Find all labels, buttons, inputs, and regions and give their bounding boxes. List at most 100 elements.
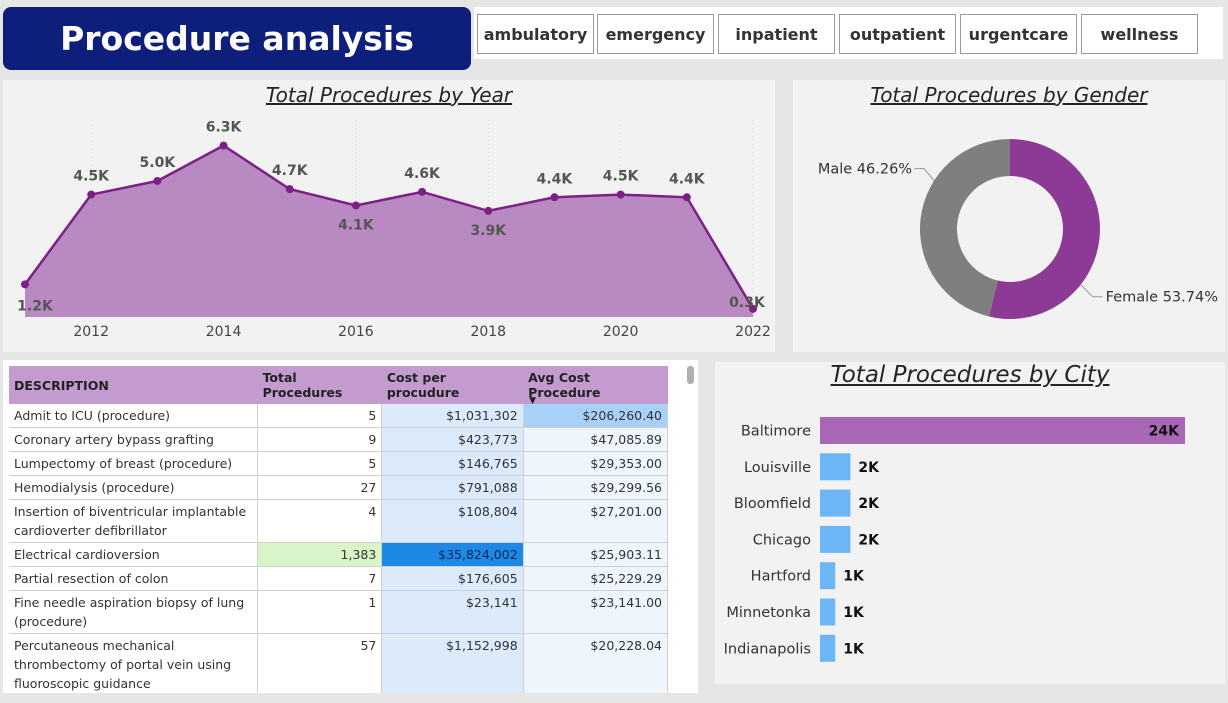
cell-total-procedures: 1	[257, 590, 383, 634]
cell-avg-cost: $27,201.00	[523, 499, 669, 543]
city-category-label: Minnetonka	[726, 605, 811, 621]
city-bar[interactable]	[820, 489, 851, 517]
cell-cost-per-procedure: $1,031,302	[381, 404, 524, 428]
year-tick-label: 2022	[735, 324, 771, 340]
city-category-label: Indianapolis	[724, 641, 811, 657]
city-data-label: 2K	[858, 460, 880, 476]
female-label: Female 53.74%	[1106, 290, 1218, 306]
cell-total-procedures: 5	[257, 451, 383, 476]
procedure-table-panel: DESCRIPTION Total Procedures Cost per pr…	[3, 360, 698, 693]
year-data-point[interactable]	[484, 206, 493, 215]
table-scroll-thumb[interactable]	[687, 366, 694, 384]
table-row[interactable]: Hemodialysis (procedure) 27 $791,088 $29,29…	[9, 475, 669, 500]
cell-description: Hemodialysis (procedure)	[9, 475, 259, 500]
table-row[interactable]: Partial resection of colon 7 $176,605 $25,2…	[9, 566, 669, 591]
year-data-label: 4.5K	[603, 169, 640, 185]
sort-descending-icon: ▼	[529, 396, 537, 406]
slicer-item-ambulatory[interactable]: ambulatory	[477, 14, 594, 54]
city-bar-chart[interactable]: Baltimore 24K Louisville 2K Bloomfield 2K Chic…	[715, 362, 1225, 684]
year-data-label: 1.2K	[17, 298, 54, 314]
year-data-point[interactable]	[550, 193, 559, 202]
year-data-point[interactable]	[351, 201, 360, 210]
cell-total-procedures: 7	[257, 566, 383, 591]
year-area-fill	[25, 145, 753, 317]
column-header-description[interactable]: DESCRIPTION	[9, 366, 258, 404]
cell-description: Partial resection of colon	[9, 566, 259, 591]
slicer-item-outpatient[interactable]: outpatient	[839, 14, 956, 54]
year-data-label: 5.0K	[140, 155, 177, 171]
year-area-chart[interactable]: 1.2K 4.5K 5.0K 6.3K 4.7K 4.1K 4.6K 3.9K 4.4K 4.5K…	[3, 80, 775, 352]
cell-total-procedures: 5	[257, 404, 383, 428]
cell-description: Electrical cardioversion	[9, 542, 259, 567]
year-tick-label: 2020	[603, 324, 639, 340]
column-header-avg-cost-label: Avg Cost Procedure	[528, 370, 601, 400]
year-tick-label: 2012	[73, 324, 109, 340]
city-bar[interactable]	[820, 453, 851, 481]
cell-cost-per-procedure: $23,141	[381, 590, 524, 634]
column-header-avg-cost-procedure[interactable]: Avg Cost Procedure ▼	[523, 366, 668, 406]
year-data-point[interactable]	[87, 190, 96, 199]
table-row[interactable]: Percutaneous mechanical thrombectomy of …	[9, 633, 669, 693]
city-bar[interactable]	[820, 417, 1185, 444]
city-category-label: Bloomfield	[734, 496, 811, 512]
table-row[interactable]: Insertion of biventricular implantable c…	[9, 499, 669, 543]
cell-description: Lumpectomy of breast (procedure)	[9, 451, 259, 476]
year-data-point[interactable]	[153, 176, 162, 185]
city-bar[interactable]	[820, 525, 851, 553]
table-row[interactable]: Fine needle aspiration biopsy of lung (p…	[9, 590, 669, 634]
year-data-label: 4.7K	[272, 163, 309, 179]
table-row[interactable]: Electrical cardioversion 1,383 $35,824,002…	[9, 542, 669, 567]
city-data-label: 24K	[1149, 424, 1180, 440]
city-bar[interactable]	[820, 598, 836, 626]
city-bar[interactable]	[820, 634, 836, 662]
table-scrollbar[interactable]	[687, 366, 694, 686]
table-row[interactable]: Admit to ICU (procedure) 5 $1,031,302 $206,…	[9, 404, 669, 428]
year-data-label: 4.4K	[669, 171, 706, 187]
year-data-label: 4.6K	[404, 166, 441, 182]
year-data-point[interactable]	[219, 141, 228, 150]
year-chart-panel: Total Procedures by Year 1.2K 4.5K 5.0K 6.3…	[3, 80, 775, 352]
slicer-item-wellness[interactable]: wellness	[1081, 14, 1198, 54]
year-tick-label: 2018	[470, 324, 506, 340]
year-tick-label: 2014	[206, 324, 242, 340]
year-data-point[interactable]	[285, 185, 294, 194]
table-row[interactable]: Coronary artery bypass grafting 9 $423,773…	[9, 427, 669, 452]
year-tick-label: 2016	[338, 324, 374, 340]
year-data-label: 4.5K	[73, 169, 110, 185]
gender-donut-chart[interactable]: Female 53.74% Male 46.26%	[793, 80, 1225, 352]
slicer-item-emergency[interactable]: emergency	[597, 14, 714, 54]
slicer-item-urgentcare[interactable]: urgentcare	[960, 14, 1077, 54]
city-category-label: Hartford	[751, 569, 811, 585]
cell-cost-per-procedure: $146,765	[381, 451, 524, 476]
cell-avg-cost: $29,353.00	[523, 451, 669, 476]
slicer-item-inpatient[interactable]: inpatient	[718, 14, 835, 54]
cell-cost-per-procedure: $108,804	[381, 499, 524, 543]
cell-avg-cost: $29,299.56	[523, 475, 669, 500]
male-leader-line	[914, 168, 935, 181]
cell-avg-cost: $25,903.11	[523, 542, 669, 567]
city-category-label: Louisville	[744, 460, 811, 476]
cell-cost-per-procedure: $35,824,002	[381, 542, 524, 567]
year-data-point[interactable]	[21, 280, 29, 289]
year-data-label: 3.9K	[470, 223, 507, 239]
cell-avg-cost: $47,085.89	[523, 427, 669, 452]
cell-description: Fine needle aspiration biopsy of lung (p…	[9, 590, 259, 634]
city-data-label: 2K	[858, 496, 880, 512]
year-data-point[interactable]	[682, 193, 691, 202]
female-leader-line	[1080, 284, 1103, 298]
cell-cost-per-procedure: $1,152,998	[381, 633, 524, 693]
year-data-point[interactable]	[418, 187, 427, 196]
cell-avg-cost: $20,228.04	[523, 633, 669, 693]
year-data-label: 0.3K	[729, 295, 766, 311]
table-row[interactable]: Lumpectomy of breast (procedure) 5 $146,76…	[9, 451, 669, 476]
year-data-point[interactable]	[616, 190, 625, 199]
cell-description: Insertion of biventricular implantable c…	[9, 499, 259, 543]
city-bar[interactable]	[820, 562, 836, 590]
column-header-cost-per-procedure[interactable]: Cost per procudure	[381, 366, 524, 404]
cell-cost-per-procedure: $791,088	[381, 475, 524, 500]
cell-cost-per-procedure: $423,773	[381, 427, 524, 452]
procedure-table: DESCRIPTION Total Procedures Cost per pr…	[9, 366, 669, 693]
cell-total-procedures: 1,383	[257, 542, 383, 567]
cell-description: Percutaneous mechanical thrombectomy of …	[9, 633, 259, 693]
column-header-total-procedures[interactable]: Total Procedures	[257, 366, 382, 404]
